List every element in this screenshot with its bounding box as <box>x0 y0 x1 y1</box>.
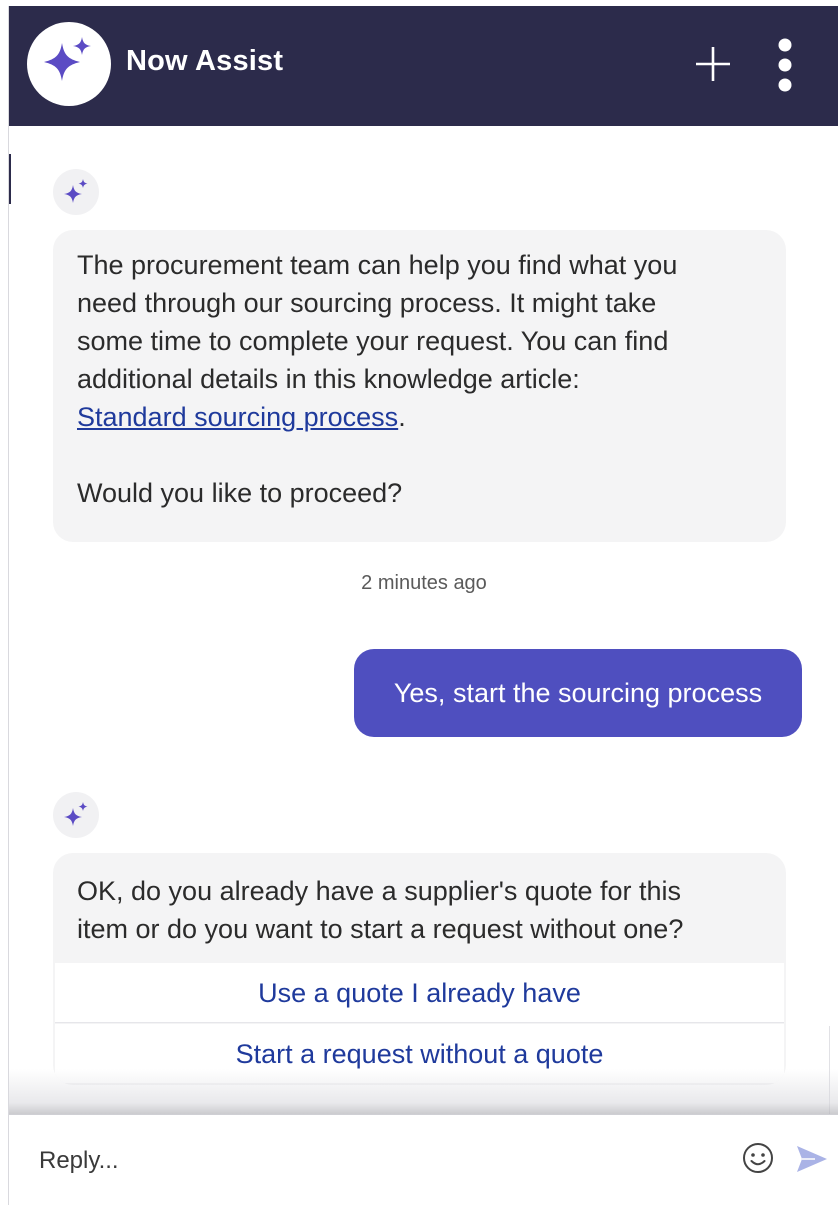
message-line: additional details in this knowledge art… <box>77 364 580 394</box>
message-line: item or do you want to start a request w… <box>77 914 684 944</box>
bot-avatar <box>53 792 99 838</box>
new-chat-button[interactable] <box>693 44 733 84</box>
message-line: OK, do you already have a supplier's quo… <box>77 876 682 906</box>
bot-avatar <box>53 169 99 215</box>
chat-window: Now Assist The procurement team can help… <box>8 6 838 1205</box>
option-use-existing-quote[interactable]: Use a quote I already have <box>55 963 784 1023</box>
message-question: Would you like to proceed? <box>77 478 403 508</box>
plus-icon <box>696 47 730 81</box>
header-title: Now Assist <box>126 45 284 77</box>
vertical-dots-icon <box>778 38 792 92</box>
user-message-bubble: Yes, start the sourcing process <box>354 649 802 737</box>
choice-question: OK, do you already have a supplier's quo… <box>53 853 786 963</box>
composer-shadow <box>9 1069 838 1117</box>
message-line: Standard sourcing process. <box>77 398 762 436</box>
message-timestamp: 2 minutes ago <box>361 572 487 594</box>
sparkle-icon <box>64 802 88 826</box>
sparkle-icon <box>64 179 88 203</box>
chat-header: Now Assist <box>9 6 838 126</box>
reply-composer <box>9 1114 838 1205</box>
sparkle-icon <box>44 37 91 81</box>
link-suffix: . <box>398 402 406 432</box>
reply-input[interactable] <box>39 1139 689 1183</box>
message-line: some time to complete your request. You … <box>77 326 669 356</box>
assistant-logo <box>27 22 111 106</box>
emoji-button[interactable] <box>742 1142 774 1174</box>
message-line: The procurement team can help you find w… <box>77 250 678 280</box>
smiley-icon <box>743 1143 773 1173</box>
bot-choice-card: OK, do you already have a supplier's quo… <box>53 853 786 1085</box>
knowledge-article-link[interactable]: Standard sourcing process <box>77 402 398 432</box>
send-button[interactable] <box>795 1144 829 1174</box>
bot-message-bubble: The procurement team can help you find w… <box>53 230 786 542</box>
message-line: need through our sourcing process. It mi… <box>77 288 657 318</box>
edge-divider <box>9 154 11 204</box>
more-options-button[interactable] <box>774 36 796 94</box>
send-icon <box>797 1146 827 1172</box>
